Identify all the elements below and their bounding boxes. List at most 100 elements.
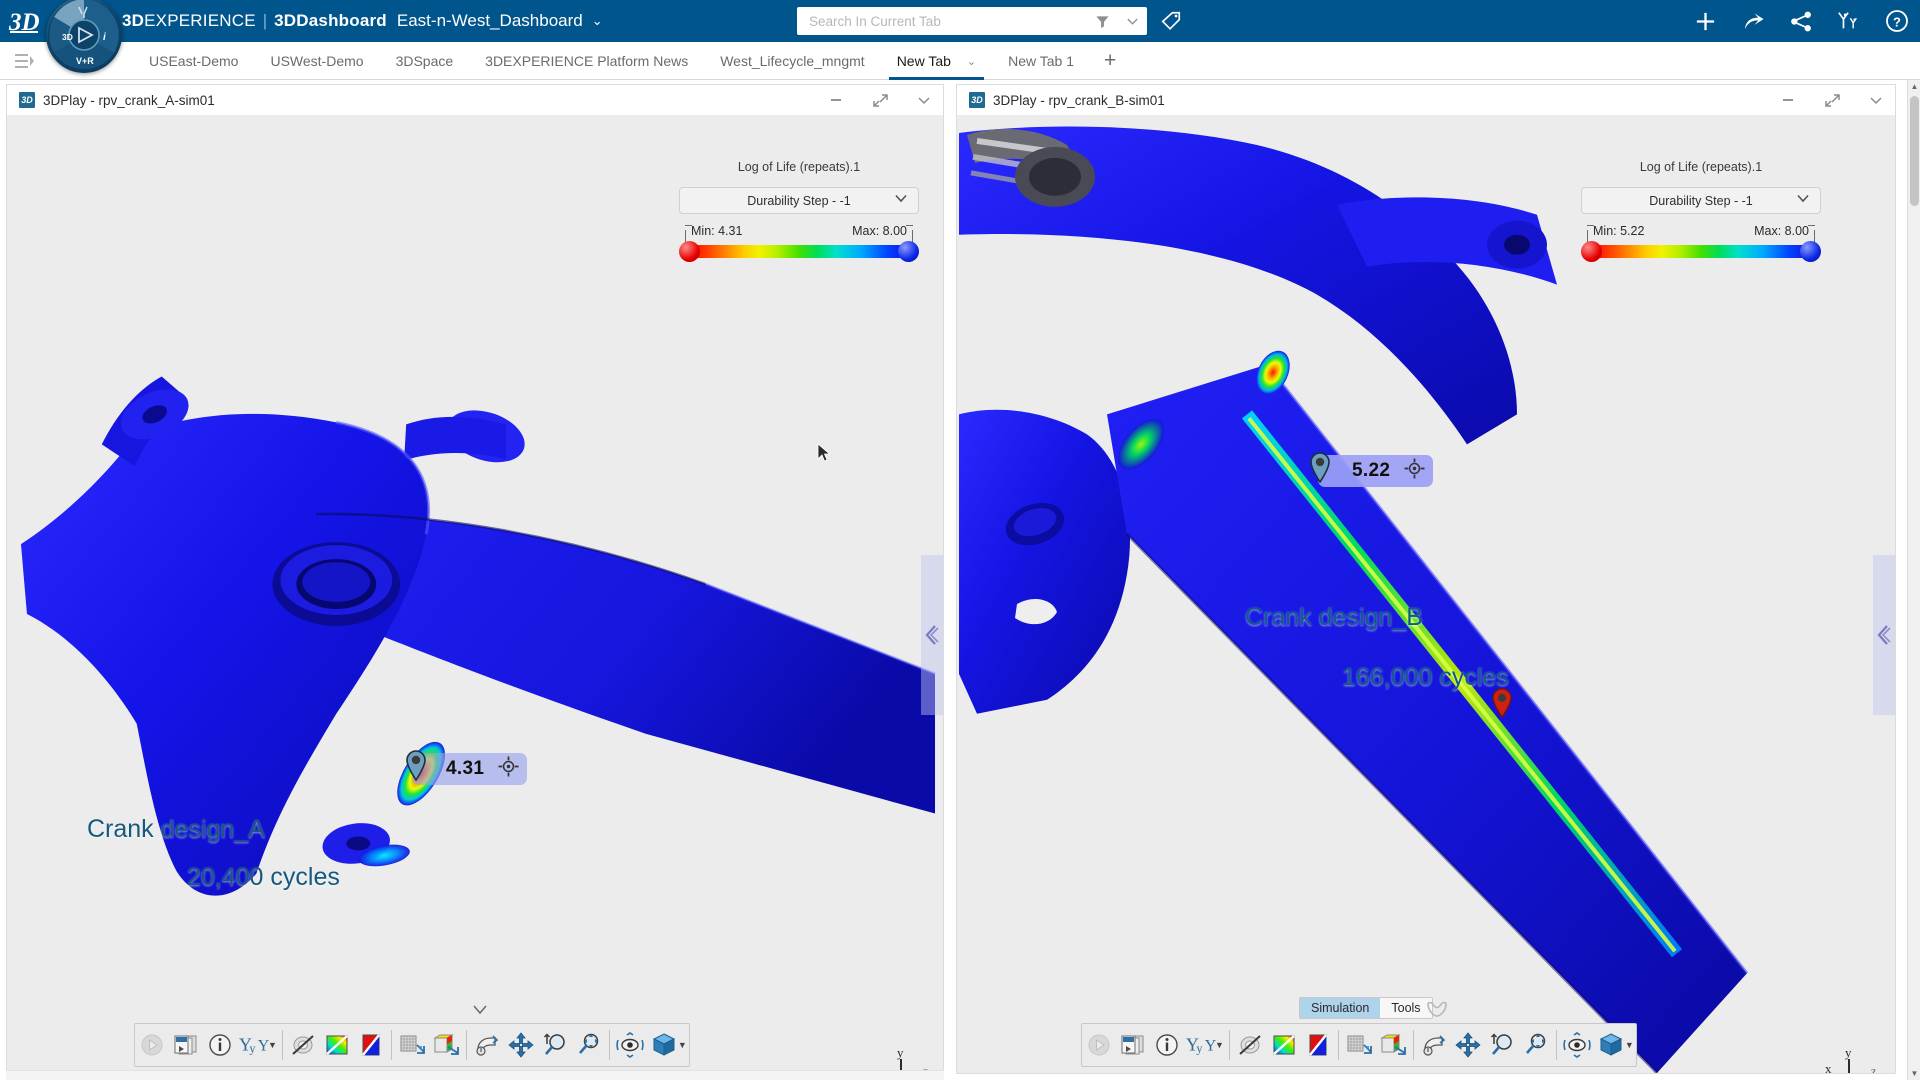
scroll-down-arrow-icon[interactable]: ▼	[1908, 1067, 1920, 1080]
crosshair-target-icon[interactable]	[1404, 458, 1425, 485]
tab-new-tab-1[interactable]: New Tab 1	[992, 42, 1090, 80]
panel-a-measurement-callout[interactable]: 4.31	[412, 753, 527, 785]
tab-west-lifecycle-mngmt[interactable]: West_Lifecycle_mngmt	[704, 42, 880, 80]
hamburger-menu-icon[interactable]	[13, 52, 37, 70]
dashboard-tabbar: USEast-DemoUSWest-Demo3DSpace3DEXPERIENC…	[0, 42, 1920, 80]
tab-uswest-demo[interactable]: USWest-Demo	[254, 42, 379, 80]
scroll-up-arrow-icon[interactable]: ▲	[1908, 80, 1920, 93]
minimize-button[interactable]	[827, 91, 845, 109]
red-blue-map-button[interactable]	[354, 1026, 388, 1064]
legend-min-handle[interactable]	[679, 241, 700, 262]
color-map-button[interactable]	[320, 1026, 354, 1064]
zoom-button[interactable]	[538, 1026, 572, 1064]
search-options-chevron-down-icon[interactable]	[1117, 7, 1147, 35]
mesh-deform-button[interactable]	[395, 1026, 429, 1064]
panel-menu-chevron-down-icon[interactable]	[915, 91, 933, 109]
panel-b-viewport[interactable]: Log of Life (repeats).1 Durability Step …	[957, 115, 1895, 1073]
tab-useast-demo[interactable]: USEast-Demo	[133, 42, 254, 80]
legend-colorbar[interactable]	[679, 242, 919, 260]
minimize-button[interactable]	[1779, 91, 1797, 109]
hide-contour-button[interactable]	[286, 1026, 320, 1064]
view-cube-button[interactable]	[1594, 1026, 1628, 1064]
3dexperience-compass-icon[interactable]: 3D i V+R	[46, 0, 122, 73]
expand-diagonal-icon[interactable]	[871, 91, 889, 109]
panel-a-collapse-handle[interactable]	[921, 555, 943, 715]
panel-a-toolbar-expand-chevron-icon[interactable]	[472, 1003, 488, 1018]
durability-step-select[interactable]: Durability Step - -1	[1581, 187, 1821, 214]
panel-a-horizontal-scrollbar[interactable]	[6, 1070, 944, 1080]
rotate-button[interactable]	[470, 1026, 504, 1064]
toolbar-divider	[1413, 1030, 1414, 1060]
info-button[interactable]	[1150, 1026, 1184, 1064]
durability-step-value: Durability Step - -1	[747, 194, 851, 208]
dassault-systemes-logo-icon[interactable]: 3D	[6, 3, 50, 39]
dashboard-chevron-down-icon[interactable]: ⌄	[583, 13, 603, 29]
tag-icon[interactable]	[1157, 7, 1185, 35]
brand-title: 3D EXPERIENCE | 3DDashboard East-n-West_…	[122, 0, 603, 42]
simulation-results-button-chevron-down-icon[interactable]: ▼	[268, 1040, 277, 1050]
durability-step-select[interactable]: Durability Step - -1	[679, 187, 919, 214]
mesh-deform-button[interactable]	[1342, 1026, 1376, 1064]
share-arrow-icon[interactable]	[1740, 8, 1766, 34]
legend-title: Log of Life (repeats).1	[679, 160, 919, 174]
panel-b-dock-chevron-icon[interactable]	[1424, 997, 1450, 1021]
color-map-button[interactable]	[1267, 1026, 1301, 1064]
look-at-button[interactable]	[613, 1026, 647, 1064]
legend-colorbar[interactable]	[1581, 242, 1821, 260]
info-button[interactable]	[203, 1026, 237, 1064]
tab-chevron-down-icon[interactable]: ⌄	[967, 55, 976, 68]
red-blue-map-button[interactable]	[1301, 1026, 1335, 1064]
pan-button[interactable]	[504, 1026, 538, 1064]
tab-3dspace[interactable]: 3DSpace	[380, 42, 470, 80]
scenes-button[interactable]	[1116, 1026, 1150, 1064]
view-cube-button-chevron-down-icon[interactable]: ▼	[678, 1040, 687, 1050]
look-at-button[interactable]	[1560, 1026, 1594, 1064]
svg-text:y: y	[1196, 1042, 1203, 1056]
solid-deform-button[interactable]	[1376, 1026, 1410, 1064]
search-input[interactable]	[797, 8, 1087, 34]
simulation-results-button[interactable]: YyY	[1184, 1026, 1218, 1064]
pan-button[interactable]	[1451, 1026, 1485, 1064]
simulation-results-button[interactable]: YyY	[237, 1026, 271, 1064]
panel-b-collapse-handle[interactable]	[1873, 555, 1895, 715]
crosshair-target-icon[interactable]	[498, 756, 519, 783]
app-root: 3D 3D EXPERIENCE | 3DDashboard East-n-We…	[0, 0, 1920, 1080]
panel-a-viewport[interactable]: Log of Life (repeats).1 Durability Step …	[7, 115, 943, 1073]
question-circle-icon[interactable]: ?	[1884, 8, 1910, 34]
legend-max-handle[interactable]	[1800, 241, 1821, 262]
dock-tab-simulation[interactable]: Simulation	[1300, 998, 1380, 1018]
simulation-results-button-chevron-down-icon[interactable]: ▼	[1215, 1040, 1224, 1050]
zoom-button[interactable]	[1485, 1026, 1519, 1064]
legend-min-handle[interactable]	[1581, 241, 1602, 262]
panel-a-map-pin-icon[interactable]	[405, 749, 425, 779]
rotate-button[interactable]	[1417, 1026, 1451, 1064]
expand-diagonal-icon[interactable]	[1823, 91, 1841, 109]
3dplay-icon: 3D	[969, 92, 985, 108]
scenes-button[interactable]	[169, 1026, 203, 1064]
share-network-icon[interactable]	[1788, 8, 1814, 34]
tab-new-tab[interactable]: New Tab⌄	[881, 42, 992, 80]
add-tab-button[interactable]: +	[1090, 42, 1130, 80]
solid-deform-button[interactable]	[429, 1026, 463, 1064]
legend-max-handle[interactable]	[898, 241, 919, 262]
hide-contour-button[interactable]	[1233, 1026, 1267, 1064]
fit-all-button[interactable]	[1519, 1026, 1553, 1064]
add-button[interactable]	[1692, 8, 1718, 34]
legend-range-labels: Min: 4.31 Max: 8.00	[679, 224, 919, 240]
legend-min-label: Min: 5.22	[1593, 224, 1644, 238]
panel-menu-chevron-down-icon[interactable]	[1867, 91, 1885, 109]
title-separator: |	[256, 11, 274, 31]
people-3dswym-icon[interactable]	[1836, 8, 1862, 34]
panel-a-viewer-toolbar: YyY▼▼	[134, 1023, 690, 1067]
view-cube-button-chevron-down-icon[interactable]: ▼	[1625, 1040, 1634, 1050]
svg-text:3D: 3D	[62, 32, 73, 42]
funnel-filter-icon[interactable]	[1087, 7, 1117, 35]
panel-b-measurement-callout[interactable]: 5.22	[1318, 455, 1433, 487]
fit-all-button[interactable]	[572, 1026, 606, 1064]
view-cube-button[interactable]	[647, 1026, 681, 1064]
panel-b-map-pin-icon[interactable]	[1309, 451, 1329, 481]
scroll-thumb[interactable]	[1910, 96, 1919, 206]
panel-b-header: 3D 3DPlay - rpv_crank_B-sim01	[957, 85, 1895, 115]
page-scrollbar[interactable]: ▲ ▼	[1907, 80, 1920, 1080]
tab-3dexperience-platform-news[interactable]: 3DEXPERIENCE Platform News	[469, 42, 704, 80]
